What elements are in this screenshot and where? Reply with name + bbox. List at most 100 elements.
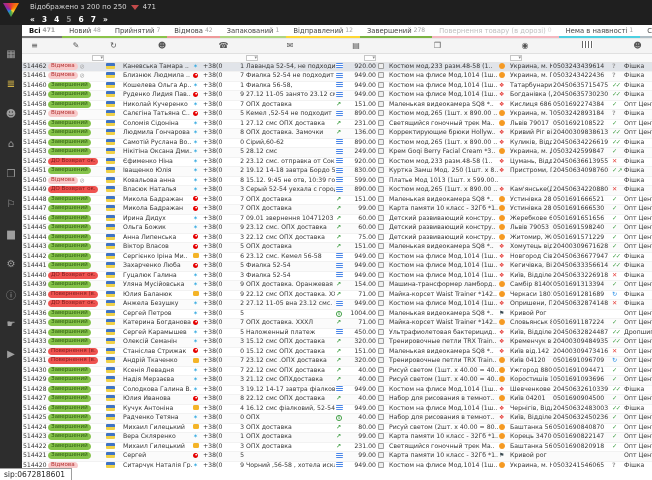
cell-phone[interactable]: +38(0 — [202, 62, 233, 72]
page-button-7[interactable]: 7 — [91, 15, 96, 24]
cell-tracking[interactable]: 0501690904500 — [552, 395, 611, 405]
status-filter-dropdown[interactable]: ▾ — [92, 55, 104, 61]
cell-phone[interactable]: +38(0 — [202, 433, 233, 443]
contacts-icon[interactable]: ☻ — [0, 99, 22, 129]
cell-tracking[interactable]: 20450632874148 — [552, 300, 611, 310]
cell-tracking[interactable]: 0503243422436 — [552, 72, 611, 82]
cell-phone[interactable]: +38(0 — [202, 414, 233, 424]
page-button-5[interactable]: 5 — [66, 15, 71, 24]
status-icon[interactable]: ✎ — [47, 39, 105, 53]
cell-tracking[interactable]: 20450632450236 — [552, 414, 611, 424]
cell-tracking[interactable]: 0501691096709 — [552, 357, 611, 367]
order-row[interactable]: 514458 Завершений Николай Кучеренко ✶ +3… — [22, 100, 652, 110]
order-row[interactable]: 514433 Завершений Олексій Семанін ✶ +38(… — [22, 338, 652, 348]
cell-tracking[interactable]: 20450632483003 — [552, 404, 611, 414]
cell-phone[interactable]: +38(0 — [202, 224, 233, 234]
order-row[interactable]: 514453 Завершений Нікітіна Оксана Дми.. … — [22, 148, 652, 158]
cell-tracking[interactable]: 0501692274384 — [552, 100, 611, 110]
cell-phone[interactable]: +38(0 — [202, 271, 233, 281]
cell-phone[interactable]: +38(0 — [202, 186, 233, 196]
cell-phone[interactable]: +38(0 — [202, 81, 233, 91]
finance-icon[interactable]: ⌂ — [0, 129, 22, 159]
page-button-3[interactable]: 3 — [42, 15, 47, 24]
order-row[interactable]: 514425 Завершений Радченко Тетяна ✶ +38(… — [22, 414, 652, 424]
cell-tracking[interactable]: 20450634098760 — [552, 167, 611, 177]
tab-9[interactable]: Самовивіз 2 — [640, 25, 652, 38]
cell-tracking[interactable]: 20450633356614 — [552, 262, 611, 272]
stats-icon[interactable]: ▆ — [0, 219, 22, 249]
source-icon[interactable]: ↻ — [105, 39, 122, 53]
cell-tracking[interactable]: 0503243439614 — [552, 62, 611, 72]
cell-tracking[interactable]: 0503241546065 — [552, 461, 611, 468]
tab-3[interactable]: Відмова 42 — [167, 25, 219, 38]
cell-tracking[interactable]: 20450632824487 — [552, 328, 611, 338]
cell-phone[interactable]: +38(0 — [202, 290, 233, 300]
cell-tracking[interactable]: 0501691666521 — [552, 195, 611, 205]
order-row[interactable]: 514455 Завершений Людмила Гончарова ✶ +3… — [22, 129, 652, 139]
destination-filter-dropdown[interactable]: ▾ — [510, 55, 522, 61]
cell-phone[interactable]: +38(0 — [202, 347, 233, 357]
cell-phone[interactable]: +38(0 — [202, 148, 233, 158]
cell-tracking[interactable]: 20450635715475 — [552, 81, 611, 91]
products-icon[interactable]: ❒ — [0, 159, 22, 189]
order-row[interactable]: 514447 Завершений Микола Бадражан +38(0 … — [22, 205, 652, 215]
cell-tracking[interactable]: 20450632610339 — [552, 385, 611, 395]
order-row[interactable]: 514428 Завершений Солодкова Галина В.. ✶… — [22, 385, 652, 395]
order-row[interactable]: 514440 ДО Возврат ок. Гуцалюк Галина ✶ +… — [22, 271, 652, 281]
cell-tracking[interactable]: 0501691313394 — [552, 281, 611, 291]
order-row[interactable]: 514449 ДО Возврат ок. Власюк Наталья ✶ +… — [22, 186, 652, 196]
order-row[interactable]: 514437 ДО Возврат ок. Анжела Безушку ✶ +… — [22, 300, 652, 310]
cell-tracking[interactable]: 20400309671628 — [552, 243, 611, 253]
order-row[interactable]: 514421 Завершений Сергей +38(0 5 99.00 К… — [22, 452, 652, 462]
order-row[interactable]: 514420 Відмова Ситарчук Наталія Гр.. ✶ +… — [22, 461, 652, 468]
order-row[interactable]: 514430 Завершений Ксенія Левадня ✶ +38(0… — [22, 366, 652, 376]
destination-icon[interactable]: ◉ — [498, 39, 552, 53]
order-row[interactable]: 514434 Завершений Сергей Карамышев ✶ +38… — [22, 328, 652, 338]
cell-tracking[interactable]: 0501691187224 — [552, 319, 611, 329]
cell-phone[interactable]: +38(0 — [202, 129, 233, 139]
page-button-4[interactable]: 4 — [54, 15, 59, 24]
tab-6[interactable]: Завершений 278 — [360, 25, 432, 38]
cell-phone[interactable]: +38(0 — [202, 243, 233, 253]
cell-tracking[interactable]: 20450636613955 — [552, 157, 611, 167]
cell-phone[interactable]: +38(0 — [202, 461, 233, 468]
cell-tracking[interactable]: 20450636677947 — [552, 252, 611, 262]
cell-phone[interactable]: +38(0 — [202, 281, 233, 291]
cell-tracking[interactable]: 0501691651656 — [552, 214, 611, 224]
page-button-6[interactable]: 6 — [79, 15, 84, 24]
cell-phone[interactable]: +38(0 — [202, 442, 233, 452]
cell-phone[interactable]: +38(0 — [202, 366, 233, 376]
settings-icon[interactable]: ⚙ — [0, 249, 22, 279]
support-icon[interactable]: ☛ — [0, 309, 22, 339]
order-row[interactable]: 514435 Завершений Катерина Богданова +38… — [22, 319, 652, 329]
cell-phone[interactable]: +38(0 — [202, 328, 233, 338]
cell-tracking[interactable]: 20400309838613 — [552, 129, 611, 139]
order-row[interactable]: 514429 Завершений Надія Мерзаєва ✶ +38(0… — [22, 376, 652, 386]
order-row[interactable]: 514431 Повернення (в. Андрій Ткаченко +3… — [22, 357, 652, 367]
cell-tracking[interactable]: 0503242599847 — [552, 148, 611, 158]
order-row[interactable]: 514445 Завершений Ольга Божик ✶ +38(0 9 … — [22, 224, 652, 234]
order-row[interactable]: 514436 Завершений Сергей Петров ✶ +38(0 … — [22, 309, 652, 319]
order-row[interactable]: 514443 Завершений Віктор Власов +38(0 5 … — [22, 243, 652, 253]
order-row[interactable]: 514422 Завершений Михаил Гилецький +38(0… — [22, 442, 652, 452]
payment-icon[interactable]: ▤ — [335, 39, 377, 53]
tab-8[interactable]: Нема в наявності 1 — [559, 25, 641, 38]
order-row[interactable]: 514438 Повернення (в. Юлия Баланюк +38(0… — [22, 290, 652, 300]
order-row[interactable]: 514446 Завершений Ирина Дидух ✶ +38(0 7 … — [22, 214, 652, 224]
video-icon[interactable]: ▶ — [0, 339, 22, 369]
campaigns-icon[interactable]: ⚐ — [0, 189, 22, 219]
cell-tracking[interactable]: 20400309473416 — [552, 347, 611, 357]
order-id-icon[interactable]: ≡ — [22, 39, 47, 53]
cell-phone[interactable]: +38(0 — [202, 300, 233, 310]
cell-tracking[interactable]: 0501690840870 — [552, 423, 611, 433]
comment-filter-dropdown[interactable]: ▾ — [246, 55, 258, 61]
order-row[interactable]: 514427 Завершений Юлия Иванова +38(0 8 2… — [22, 395, 652, 405]
info-icon[interactable]: ⓘ — [0, 279, 22, 309]
order-row[interactable]: 514454 Завершений Самотій Руслана Во.. ✶… — [22, 138, 652, 148]
products-icon[interactable]: ❒ — [377, 39, 498, 53]
cell-tracking[interactable]: 20400309484935 — [552, 338, 611, 348]
cell-phone[interactable]: +38(0 — [202, 138, 233, 148]
comments-icon[interactable]: ✉ — [245, 39, 335, 53]
phone-icon[interactable]: ☎ — [202, 39, 245, 53]
cell-phone[interactable]: +38(0 — [202, 119, 233, 129]
